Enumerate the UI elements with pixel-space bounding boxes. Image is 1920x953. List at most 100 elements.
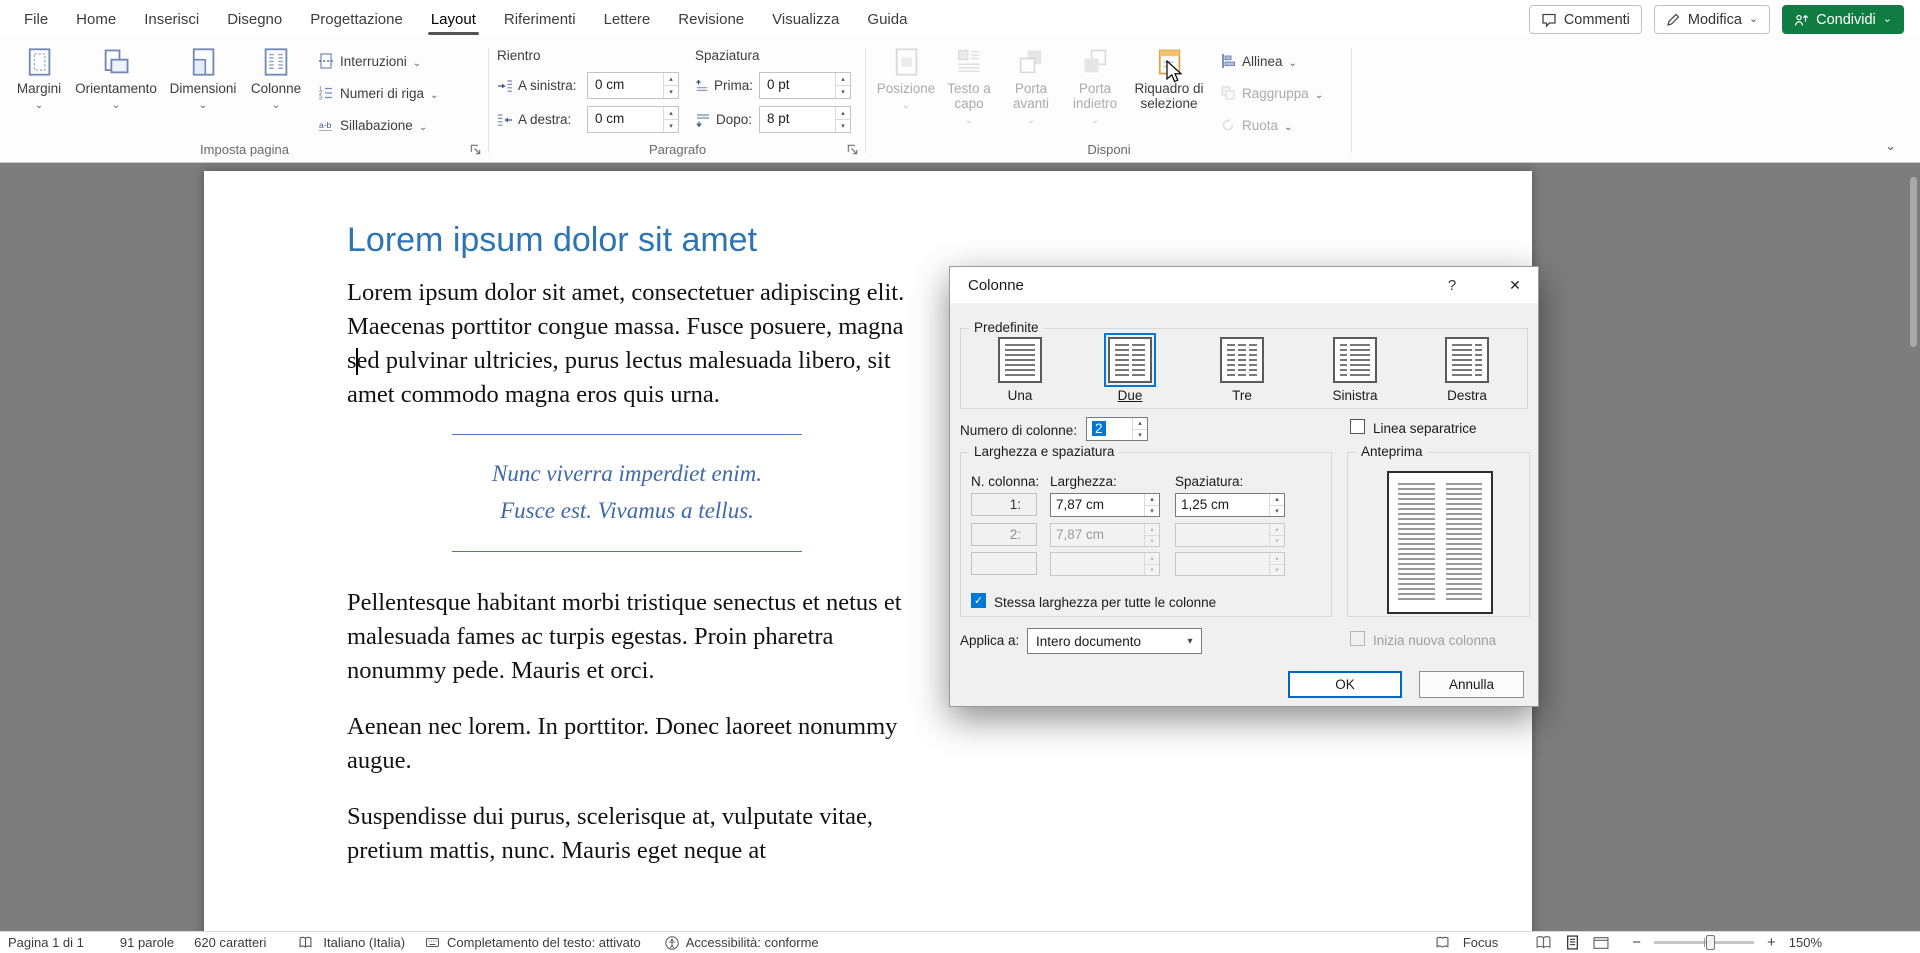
col2-spacing-input — [1175, 523, 1285, 547]
spin-down-icon[interactable] — [1270, 506, 1284, 517]
indent-right-input[interactable]: 0 cm — [587, 106, 679, 133]
margins-button[interactable]: Margini — [8, 44, 70, 111]
preset-destra[interactable]: Destra — [1435, 337, 1499, 403]
paragraph-dialog-launcher[interactable] — [844, 141, 861, 158]
spacing-before-spinner[interactable] — [835, 73, 850, 98]
spin-down-icon[interactable] — [836, 86, 850, 98]
web-layout-icon[interactable] — [1593, 936, 1609, 950]
preset-una[interactable]: Una — [988, 337, 1052, 403]
spin-down-icon[interactable] — [836, 120, 850, 132]
equal-width-checkbox[interactable]: ✓ — [971, 593, 986, 608]
spin-down-icon[interactable] — [1145, 506, 1159, 517]
col1-width-input[interactable]: 7,87 cm — [1050, 493, 1160, 517]
page-size-icon — [188, 47, 218, 77]
dialog-close-button[interactable]: ✕ — [1492, 267, 1538, 303]
spin-down-icon[interactable] — [1133, 430, 1147, 441]
spacing-before-input[interactable]: 0 pt — [759, 72, 851, 99]
print-layout-icon[interactable] — [1565, 935, 1580, 950]
tab-progettazione[interactable]: Progettazione — [296, 1, 417, 38]
page-size-button[interactable]: Dimensioni — [162, 44, 244, 111]
tab-file[interactable]: File — [10, 1, 62, 38]
breaks-button[interactable]: Interruzioni — [318, 48, 438, 74]
dialog-title: Colonne — [968, 277, 1024, 294]
tab-home[interactable]: Home — [62, 1, 130, 38]
col1-width-spinner[interactable] — [1144, 494, 1159, 516]
line-between-checkbox[interactable] — [1350, 419, 1365, 434]
apply-to-dropdown[interactable]: Intero documento — [1027, 628, 1202, 654]
text-completion-status[interactable]: Completamento del testo: attivato — [447, 935, 641, 950]
breaks-icon — [318, 53, 334, 69]
spin-down-icon — [1145, 565, 1159, 576]
dialog-help-button[interactable]: ? — [1432, 267, 1472, 303]
accessibility-status[interactable]: Accessibilità: conforme — [686, 935, 819, 950]
tab-riferimenti[interactable]: Riferimenti — [490, 1, 590, 38]
spin-up-icon[interactable] — [836, 107, 850, 120]
share-button[interactable]: Condividi — [1782, 5, 1904, 34]
col3-spacing-spinner — [1269, 553, 1284, 575]
comments-button[interactable]: Commenti — [1529, 5, 1642, 34]
orientation-button[interactable]: Orientamento — [70, 44, 162, 111]
spin-up-icon[interactable] — [1145, 494, 1159, 506]
line-numbers-button[interactable]: 123 Numeri di riga — [318, 80, 438, 106]
col1-spacing-spinner[interactable] — [1269, 494, 1284, 516]
tab-lettere[interactable]: Lettere — [590, 1, 665, 38]
spin-up-icon[interactable] — [664, 107, 678, 120]
preset-tre[interactable]: Tre — [1210, 337, 1274, 403]
indent-left-input[interactable]: 0 cm — [587, 72, 679, 99]
word-count[interactable]: 91 parole — [120, 935, 174, 950]
zoom-out-button[interactable]: − — [1632, 934, 1641, 951]
tab-layout[interactable]: Layout — [417, 1, 490, 38]
group-objects-icon — [1220, 85, 1236, 101]
ok-button[interactable]: OK — [1288, 671, 1402, 698]
spin-down-icon[interactable] — [664, 86, 678, 98]
tab-visualizza[interactable]: Visualizza — [758, 1, 853, 38]
indent-right-spinner[interactable] — [663, 107, 678, 132]
hyphenation-button[interactable]: a-b Sillabazione — [318, 112, 438, 138]
preset-due-icon — [1108, 337, 1152, 383]
language-indicator[interactable]: Italiano (Italia) — [323, 935, 405, 950]
indent-column: Rientro A sinistra: 0 cm — [497, 44, 679, 140]
col-number-cell: 1: — [971, 493, 1037, 516]
tab-guida[interactable]: Guida — [853, 1, 921, 38]
tab-inserisci[interactable]: Inserisci — [130, 1, 213, 38]
spin-down-icon — [1270, 565, 1284, 576]
read-mode-icon[interactable] — [1535, 935, 1552, 950]
share-icon — [1794, 13, 1809, 27]
cancel-button[interactable]: Annulla — [1419, 671, 1524, 698]
num-columns-input[interactable]: 2 — [1086, 417, 1148, 441]
spacing-header: Spaziatura: — [1175, 474, 1243, 489]
focus-mode-button[interactable]: Focus — [1463, 935, 1498, 950]
spin-up-icon[interactable] — [664, 73, 678, 86]
status-bar: Pagina 1 di 1 91 parole 620 caratteri It… — [0, 931, 1920, 953]
preset-due[interactable]: Due — [1098, 337, 1162, 403]
col1-spacing-input[interactable]: 1,25 cm — [1175, 493, 1285, 517]
num-columns-spinner[interactable] — [1132, 418, 1147, 440]
char-count[interactable]: 620 caratteri — [194, 935, 266, 950]
spin-up-icon[interactable] — [836, 73, 850, 86]
indent-left-spinner[interactable] — [663, 73, 678, 98]
preset-sinistra[interactable]: Sinistra — [1323, 337, 1387, 403]
width-header: Larghezza: — [1050, 474, 1117, 489]
preset-una-icon — [998, 337, 1042, 383]
zoom-in-button[interactable]: + — [1767, 934, 1776, 951]
editing-mode-button[interactable]: Modifica — [1654, 5, 1770, 34]
zoom-slider-thumb[interactable] — [1706, 935, 1715, 950]
tab-disegno[interactable]: Disegno — [213, 1, 296, 38]
columns-button[interactable]: Colonne — [244, 44, 308, 111]
vertical-scrollbar[interactable] — [1910, 177, 1917, 347]
zoom-slider[interactable] — [1654, 941, 1754, 944]
spin-up-icon[interactable] — [1133, 418, 1147, 430]
spacing-after-spinner[interactable] — [835, 107, 850, 132]
page-indicator[interactable]: Pagina 1 di 1 — [8, 935, 84, 950]
chevron-down-icon — [902, 96, 910, 111]
proofing-book-icon[interactable] — [298, 936, 313, 949]
zoom-level[interactable]: 150% — [1789, 935, 1822, 950]
spacing-after-input[interactable]: 8 pt — [759, 106, 851, 133]
pencil-icon — [1666, 12, 1681, 27]
spin-up-icon[interactable] — [1270, 494, 1284, 506]
collapse-ribbon-icon[interactable] — [1885, 138, 1896, 154]
spin-down-icon[interactable] — [664, 120, 678, 132]
align-button[interactable]: Allinea — [1220, 48, 1323, 74]
page-setup-dialog-launcher[interactable] — [467, 141, 484, 158]
tab-revisione[interactable]: Revisione — [664, 1, 758, 38]
